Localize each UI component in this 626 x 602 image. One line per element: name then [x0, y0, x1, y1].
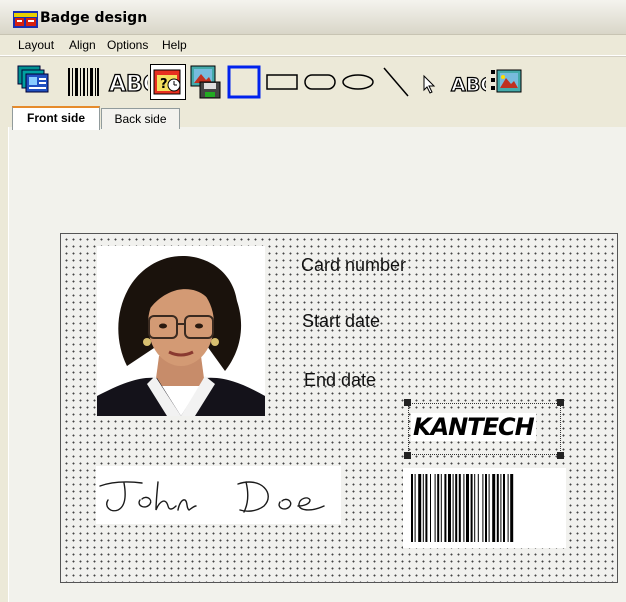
- barcode-bar: [500, 474, 502, 542]
- barcode-bar: [411, 474, 413, 542]
- svg-text:ABC: ABC: [109, 72, 148, 97]
- barcode-bar: [488, 474, 490, 542]
- ellipse-icon[interactable]: [340, 64, 376, 100]
- resize-handle[interactable]: [557, 399, 564, 406]
- menu-options[interactable]: Options: [107, 38, 148, 52]
- barcode-bar: [444, 474, 447, 542]
- barcode-icon[interactable]: [64, 64, 102, 100]
- barcode-bar: [440, 474, 442, 542]
- line-icon[interactable]: [378, 64, 414, 100]
- card-layers-icon[interactable]: [16, 64, 52, 100]
- badge-photo[interactable]: [97, 246, 265, 416]
- barcode-bar: [492, 474, 496, 542]
- picture-save-icon[interactable]: [188, 64, 224, 100]
- svg-text:ABC: ABC: [451, 74, 486, 96]
- app-icon: [13, 11, 38, 28]
- barcode-bar: [503, 474, 505, 542]
- barcode-bar: [482, 474, 484, 542]
- text-abc-icon[interactable]: ABC: [108, 64, 148, 100]
- signature-image[interactable]: [96, 466, 341, 524]
- rounded-rectangle-2-icon[interactable]: [302, 64, 338, 100]
- barcode-bars: [411, 474, 514, 542]
- barcode-bar: [422, 474, 424, 542]
- barcode-bar: [430, 474, 431, 542]
- menu-help[interactable]: Help: [162, 38, 187, 52]
- barcode-bar: [458, 474, 461, 542]
- menu-layout[interactable]: Layout: [18, 38, 54, 52]
- barcode-bar: [485, 474, 487, 542]
- portrait-image: [97, 246, 265, 416]
- menu-align[interactable]: Align: [69, 38, 96, 52]
- signature-drawing: [99, 481, 325, 513]
- pointer-icon[interactable]: [416, 64, 446, 100]
- barcode-bar: [477, 474, 479, 542]
- barcode-bar: [455, 474, 458, 542]
- barcode-bar: [434, 474, 436, 542]
- rounded-rectangle-icon[interactable]: [264, 64, 300, 100]
- window-title: Badge design: [40, 10, 148, 26]
- badge-barcode[interactable]: [403, 468, 566, 548]
- barcode-bar: [507, 474, 509, 542]
- badge-design-window: Badge design Layout Align Options Help A…: [0, 0, 626, 602]
- menu-bar: Layout Align Options Help: [0, 35, 626, 56]
- barcode-bar: [418, 474, 422, 542]
- image-icon[interactable]: [488, 64, 524, 100]
- svg-text:?: ?: [160, 77, 168, 92]
- title-bar: Badge design: [0, 0, 626, 35]
- toolbar: ABC ?: [0, 56, 626, 106]
- card-number-field[interactable]: Card number: [301, 255, 406, 276]
- barcode-bar: [463, 474, 465, 542]
- barcode-bar: [425, 474, 428, 542]
- tab-back-side[interactable]: Back side: [101, 108, 180, 129]
- barcode-bar: [496, 474, 499, 542]
- barcode-bar: [466, 474, 469, 542]
- resize-handle[interactable]: [404, 399, 411, 406]
- barcode-bar: [414, 474, 416, 542]
- tab-front-side[interactable]: Front side: [12, 106, 100, 130]
- kantech-logo[interactable]: KANTECH: [411, 413, 536, 441]
- end-date-field[interactable]: End date: [304, 370, 376, 391]
- date-field-icon[interactable]: ?: [150, 64, 186, 100]
- rectangle-icon[interactable]: [226, 64, 262, 100]
- text-abc-small-icon[interactable]: ABC: [450, 64, 486, 100]
- barcode-bar: [452, 474, 454, 542]
- barcode-bar: [470, 474, 473, 542]
- barcode-bar: [510, 474, 514, 542]
- barcode-bar: [474, 474, 476, 542]
- resize-handle[interactable]: [404, 452, 411, 459]
- start-date-field[interactable]: Start date: [302, 311, 380, 332]
- barcode-bar: [437, 474, 440, 542]
- barcode-bar: [448, 474, 451, 542]
- resize-handle[interactable]: [557, 452, 564, 459]
